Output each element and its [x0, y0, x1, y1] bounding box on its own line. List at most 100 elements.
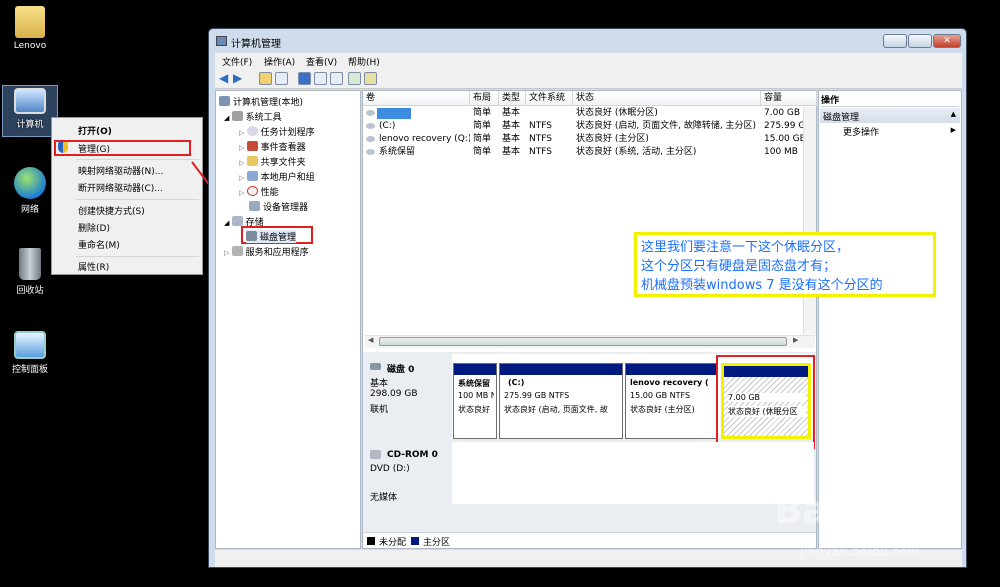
partition-status: 状态良好 (启动, 页面文件, 故 — [504, 405, 608, 414]
scroll-right-icon[interactable]: ▶ — [793, 336, 798, 344]
table-cell: 状态良好 (启动, 页面文件, 故障转储, 主分区) — [576, 121, 757, 131]
table-cell: 简单 — [473, 147, 492, 157]
actions-header: 操作 — [821, 93, 959, 107]
legend: 未分配 主分区 — [363, 532, 816, 548]
legend-unallocated-label: 未分配 — [379, 538, 407, 548]
partition-size: 275.99 GB NTFS — [504, 391, 570, 400]
clock-icon — [246, 126, 258, 136]
toolbar: ◀ ▶ — [215, 69, 962, 89]
maximize-button[interactable] — [908, 34, 932, 48]
menu-action[interactable]: 操作(A) — [264, 55, 295, 68]
tree-label: 磁盘管理 — [260, 233, 297, 243]
wizard-icon[interactable] — [364, 72, 377, 85]
back-icon[interactable]: ◀ — [219, 72, 228, 84]
tree-label: 任务计划程序 — [260, 128, 315, 138]
tree-item-root[interactable]: 计算机管理(本地) — [219, 95, 303, 108]
partition-hibernate[interactable]: 7.00 GB 状态良好 (休眠分区 — [721, 363, 811, 439]
forward-icon[interactable]: ▶ — [233, 72, 242, 84]
table-cell: NTFS — [529, 147, 552, 157]
cdrom-media: 无媒体 — [370, 493, 398, 503]
table-cell: 系统保留 — [379, 147, 416, 157]
partition-system-reserved[interactable]: 系统保留 100 MB NTFS 状态良好 — [453, 363, 497, 439]
table-cell: 100 MB — [764, 147, 798, 157]
device-manager-icon — [249, 201, 260, 211]
column-header-status[interactable]: 状态 — [573, 91, 761, 106]
expand-arrow-icon: ▷ — [239, 144, 247, 152]
table-cell: 状态良好 (主分区) — [576, 134, 649, 144]
more-actions-label: 更多操作 — [843, 128, 880, 138]
tree-item-performance[interactable]: ▷ 性能 — [239, 185, 279, 198]
partition-status: 状态良好 (主分区) — [630, 405, 695, 414]
close-button[interactable]: ✕ — [933, 34, 961, 48]
tree-item-device-manager[interactable]: 设备管理器 — [249, 200, 308, 213]
column-header-volume[interactable]: 卷 — [363, 91, 470, 106]
tree-item-disk-management[interactable]: 磁盘管理 — [246, 230, 297, 243]
collapse-up-icon: ▲ — [950, 110, 956, 118]
column-header-type[interactable]: 类型 — [499, 91, 526, 106]
collapse-arrow-icon: ◢ — [224, 219, 232, 227]
table-cell: 基本 — [502, 147, 521, 157]
annotation-box: 这里我们要注意一下这个休眠分区， 这个分区只有硬盘是固态盘才有； 机械盘预装wi… — [634, 232, 936, 297]
disk-icon — [246, 231, 257, 241]
vertical-scrollbar[interactable] — [803, 107, 816, 334]
computer-management-icon — [219, 96, 230, 106]
expand-arrow-icon: ▷ — [239, 159, 247, 167]
disk-kind: 基本 — [370, 379, 389, 389]
up-folder-icon[interactable] — [259, 72, 272, 85]
scroll-left-icon[interactable]: ◀ — [368, 336, 373, 344]
table-cell: 简单 — [473, 108, 492, 118]
disk-state: 联机 — [370, 405, 389, 415]
partition-name: (C:) — [508, 378, 525, 387]
table-cell: 简单 — [473, 134, 492, 144]
cdrom-info[interactable]: CD-ROM 0 DVD (D:) 无媒体 — [365, 442, 451, 504]
column-header-filesystem[interactable]: 文件系统 — [526, 91, 573, 106]
column-header-layout[interactable]: 布局 — [470, 91, 499, 106]
table-cell: 基本 — [502, 121, 521, 131]
export-icon[interactable] — [314, 72, 327, 85]
tree-item-event-viewer[interactable]: ▷ 事件查看器 — [239, 140, 306, 153]
show-hide-tree-icon[interactable] — [275, 72, 288, 85]
table-cell: 基本 — [502, 108, 521, 118]
expand-arrow-icon: ▷ — [239, 129, 247, 137]
horizontal-scroll-thumb[interactable] — [379, 337, 787, 346]
menu-help[interactable]: 帮助(H) — [348, 55, 380, 68]
actions-section-label: 磁盘管理 — [823, 113, 860, 123]
tree-item-local-users[interactable]: ▷ 本地用户和组 — [239, 170, 315, 183]
window-title: 计算机管理 — [231, 39, 281, 50]
minimize-button[interactable] — [883, 34, 907, 48]
partition-size: 7.00 GB — [728, 393, 806, 402]
title-bar[interactable]: 计算机管理 ✕ — [209, 29, 966, 53]
more-actions[interactable]: 更多操作 ▶ — [843, 125, 959, 138]
app-icon — [216, 36, 227, 46]
tree-label: 本地用户和组 — [260, 173, 315, 183]
help-icon[interactable] — [298, 72, 311, 85]
performance-icon — [246, 186, 258, 196]
table-cell: (C:) — [379, 121, 396, 131]
partition-type-bar — [626, 364, 716, 375]
cdrom-icon — [370, 450, 381, 459]
partition-c[interactable]: (C:) 275.99 GB NTFS 状态良好 (启动, 页面文件, 故 — [499, 363, 623, 439]
tree-item-shared-folders[interactable]: ▷ 共享文件夹 — [239, 155, 306, 168]
partition-size: 15.00 GB NTFS — [630, 391, 691, 400]
disk-size: 298.09 GB — [370, 389, 418, 399]
tree-label: 计算机管理(本地) — [233, 98, 304, 108]
tree-item-services[interactable]: ▷ 服务和应用程序 — [224, 245, 309, 258]
menu-file[interactable]: 文件(F) — [222, 55, 252, 68]
properties-icon[interactable] — [330, 72, 343, 85]
drive-icon — [366, 136, 375, 142]
tree-item-task-scheduler[interactable]: ▷ 任务计划程序 — [239, 125, 315, 138]
refresh-icon[interactable] — [348, 72, 361, 85]
disk-0-info[interactable]: 磁盘 0 基本 298.09 GB 联机 — [365, 354, 451, 438]
partition-lenovo-recovery[interactable]: lenovo recovery ( 15.00 GB NTFS 状态良好 (主分… — [625, 363, 717, 439]
actions-section[interactable]: 磁盘管理 ▲ — [820, 108, 960, 123]
partition-name: 系统保留 — [458, 379, 490, 388]
services-icon — [231, 246, 243, 256]
tree-label: 共享文件夹 — [260, 158, 306, 168]
expand-arrow-icon: ▷ — [239, 174, 247, 182]
tree-item-system-tools[interactable]: ◢ 系统工具 — [224, 110, 282, 123]
column-header-capacity[interactable]: 容量 — [761, 91, 817, 106]
menu-view[interactable]: 查看(V) — [306, 55, 337, 68]
table-cell: 基本 — [502, 134, 521, 144]
menu-bar: 文件(F) 操作(A) 查看(V) 帮助(H) — [215, 53, 962, 69]
drive-icon — [366, 149, 375, 155]
